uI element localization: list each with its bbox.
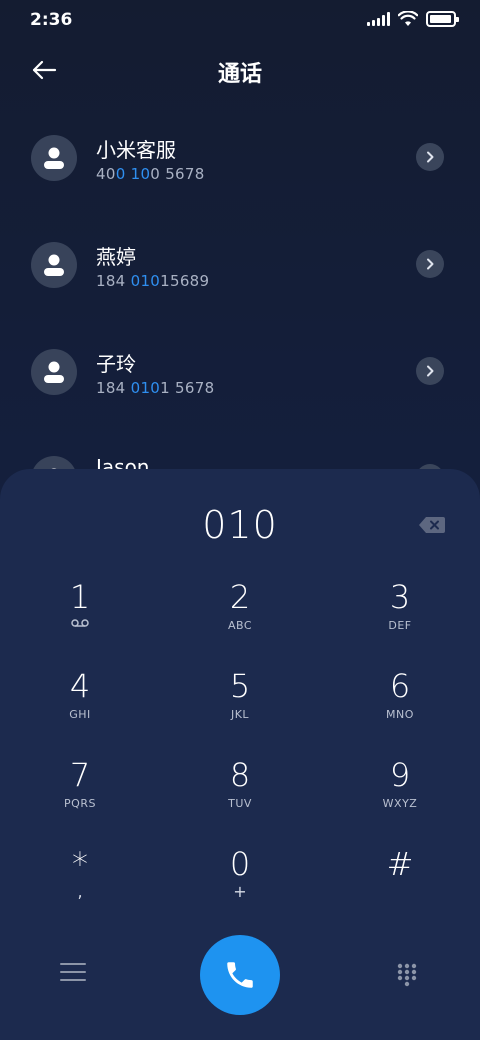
- key-digit: 0: [229, 845, 251, 883]
- contact-row[interactable]: 子玲 184 0101 5678: [0, 318, 480, 425]
- key-1[interactable]: 1: [20, 577, 140, 657]
- contact-number: 184 0101 5678: [96, 379, 215, 397]
- key-letters: JKL: [230, 708, 250, 721]
- key-letters: GHI: [69, 708, 91, 721]
- key-digit: *: [72, 845, 88, 883]
- contact-detail-button[interactable]: [416, 357, 444, 385]
- key-7[interactable]: 7 PQRS: [20, 755, 140, 835]
- key-letters: TUV: [228, 797, 252, 810]
- key-letters: ABC: [227, 619, 253, 632]
- avatar: [31, 349, 77, 395]
- dialpad-icon: [397, 963, 417, 987]
- dialer-screen: 2:36 通话 小米客服 400 100 5678 燕婷 184 0101568…: [0, 0, 480, 1040]
- key-8[interactable]: 8 TUV: [180, 755, 300, 835]
- contact-number: 400 100 5678: [96, 165, 205, 183]
- status-time: 2:36: [30, 10, 73, 30]
- key-0[interactable]: 0 +: [180, 844, 300, 924]
- key-3[interactable]: 3 DEF: [340, 577, 460, 657]
- phone-icon: [227, 962, 253, 988]
- chevron-right-icon: [427, 258, 434, 270]
- contact-number: 184 01015689: [96, 272, 210, 290]
- contact-name: 燕婷: [96, 245, 136, 269]
- key-digit: 2: [229, 578, 251, 616]
- key-5[interactable]: 5 JKL: [180, 666, 300, 746]
- key-digit: 7: [69, 756, 91, 794]
- contact-name: 小米客服: [96, 138, 176, 162]
- key-star[interactable]: *,: [20, 844, 140, 924]
- chevron-right-icon: [427, 151, 434, 163]
- backspace-button[interactable]: [418, 515, 446, 535]
- contact-name: 子玲: [96, 352, 136, 376]
- dialed-number: 010: [202, 503, 278, 547]
- key-letters: PQRS: [64, 797, 96, 810]
- contact-list: 小米客服 400 100 5678 燕婷 184 01015689 子玲 184…: [0, 104, 480, 532]
- key-6[interactable]: 6 MNO: [340, 666, 460, 746]
- key-digit: 5: [229, 667, 251, 705]
- dialer-panel: 010 1 2 ABC 3 DEF 4 GHI 5 JKL 6 MNO 7 PQRS 8 TUV 9 WXYZ *…: [0, 469, 480, 1040]
- key-digit: 9: [389, 756, 411, 794]
- person-icon: [44, 254, 64, 276]
- key-digit: 8: [229, 756, 251, 794]
- person-icon: [44, 361, 64, 383]
- key-4[interactable]: 4 GHI: [20, 666, 140, 746]
- key-letters: +: [233, 882, 247, 901]
- menu-button[interactable]: [60, 963, 86, 985]
- signal-icon: [367, 12, 390, 26]
- chevron-right-icon: [427, 365, 434, 377]
- voicemail-icon: [20, 619, 140, 633]
- key-digit: 6: [389, 667, 411, 705]
- contact-detail-button[interactable]: [416, 143, 444, 171]
- call-button[interactable]: [200, 935, 280, 1015]
- status-icons: [367, 11, 459, 27]
- backspace-icon: [419, 517, 445, 533]
- wifi-icon: [398, 11, 418, 26]
- key-digit: 3: [389, 578, 411, 616]
- contact-row[interactable]: 燕婷 184 01015689: [0, 211, 480, 318]
- key-digit: #: [386, 845, 414, 883]
- dialer-bottom-bar: [0, 935, 480, 1015]
- status-bar: 2:36: [0, 0, 480, 40]
- person-icon: [44, 147, 64, 169]
- keypad-toggle-button[interactable]: [397, 963, 417, 987]
- key-letters: WXYZ: [382, 797, 418, 810]
- key-2[interactable]: 2 ABC: [180, 577, 300, 657]
- key-letters: ,: [77, 882, 83, 901]
- contact-row[interactable]: 小米客服 400 100 5678: [0, 104, 480, 211]
- key-hash[interactable]: #: [340, 844, 460, 924]
- avatar: [31, 242, 77, 288]
- avatar: [31, 135, 77, 181]
- key-9[interactable]: 9 WXYZ: [340, 755, 460, 835]
- header: 通话: [0, 44, 480, 96]
- page-title: 通话: [217, 62, 262, 87]
- key-digit: 4: [69, 667, 91, 705]
- key-letters: MNO: [386, 708, 414, 721]
- key-digit: 1: [69, 578, 91, 616]
- battery-icon: [426, 11, 459, 27]
- contact-detail-button[interactable]: [416, 250, 444, 278]
- key-letters: DEF: [388, 619, 412, 632]
- key-letters: [340, 886, 460, 900]
